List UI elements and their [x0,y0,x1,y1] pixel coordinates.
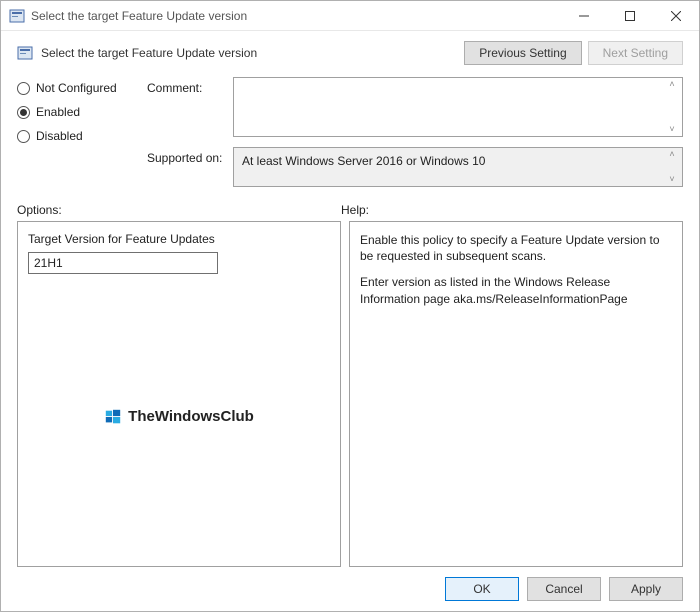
target-version-label: Target Version for Feature Updates [28,232,330,246]
minimize-button[interactable] [561,1,607,31]
config-row: Not Configured Enabled Disabled Comment:… [1,73,699,197]
policy-title: Select the target Feature Update version [41,46,257,60]
radio-label: Enabled [36,105,80,119]
windows-flag-icon [104,408,122,426]
dialog-window: Select the target Feature Update version… [0,0,700,612]
radio-icon [17,106,30,119]
watermark: TheWindowsClub [18,408,340,426]
radio-icon [17,130,30,143]
chevron-down-icon: ˅ [669,175,674,184]
apply-button[interactable]: Apply [609,577,683,601]
chevron-down-icon: ˅ [669,125,674,134]
close-button[interactable] [653,1,699,31]
dialog-footer: OK Cancel Apply [1,567,699,611]
radio-label: Disabled [36,129,83,143]
comment-label: Comment: [147,77,233,95]
help-paragraph: Enable this policy to specify a Feature … [360,232,672,264]
help-heading: Help: [341,203,369,217]
header-row: Select the target Feature Update version… [1,31,699,73]
help-panel: Enable this policy to specify a Feature … [349,221,683,567]
options-heading: Options: [17,203,341,217]
supported-value: At least Windows Server 2016 or Windows … [242,154,485,168]
comment-textarea[interactable]: ˄˅ [233,77,683,137]
radio-not-configured[interactable]: Not Configured [17,81,137,95]
policy-icon [17,45,33,61]
radio-disabled[interactable]: Disabled [17,129,137,143]
supported-on-box: At least Windows Server 2016 or Windows … [233,147,683,187]
policy-icon [9,8,25,24]
state-radio-group: Not Configured Enabled Disabled [17,77,137,197]
next-setting-button: Next Setting [588,41,683,65]
watermark-text: TheWindowsClub [128,408,254,425]
chevron-up-icon: ˄ [669,150,674,159]
chevron-up-icon: ˄ [669,80,674,89]
ok-button[interactable]: OK [445,577,519,601]
maximize-button[interactable] [607,1,653,31]
previous-setting-button[interactable]: Previous Setting [464,41,581,65]
target-version-input[interactable] [28,252,218,274]
radio-label: Not Configured [36,81,117,95]
supported-label: Supported on: [147,147,233,165]
help-paragraph: Enter version as listed in the Windows R… [360,274,672,306]
scrollbar[interactable]: ˄˅ [664,80,680,134]
radio-enabled[interactable]: Enabled [17,105,137,119]
options-panel: Target Version for Feature Updates TheWi… [17,221,341,567]
cancel-button[interactable]: Cancel [527,577,601,601]
scrollbar[interactable]: ˄˅ [664,150,680,184]
titlebar: Select the target Feature Update version [1,1,699,31]
radio-icon [17,82,30,95]
window-title: Select the target Feature Update version [31,9,247,23]
